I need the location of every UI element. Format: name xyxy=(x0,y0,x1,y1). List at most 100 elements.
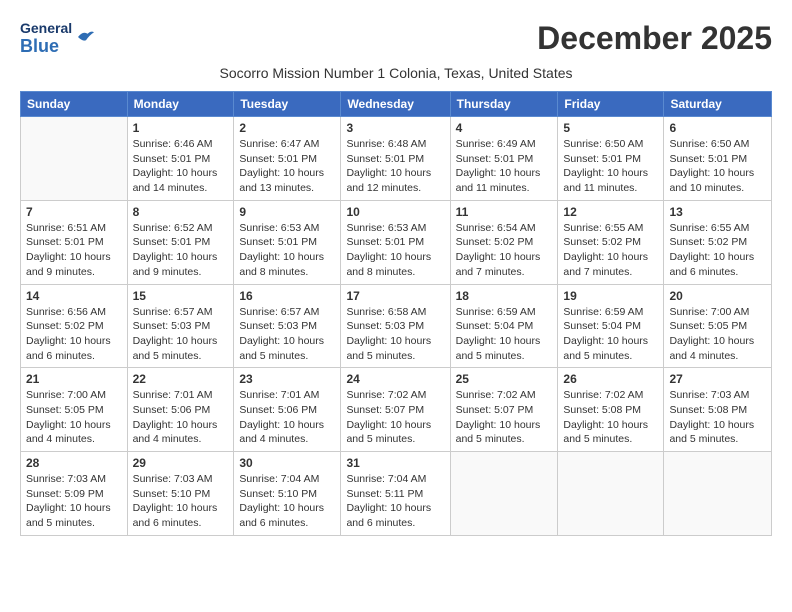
logo: General Blue xyxy=(20,20,96,57)
day-info: Sunrise: 6:56 AMSunset: 5:02 PMDaylight:… xyxy=(26,305,122,364)
calendar-cell: 20Sunrise: 7:00 AMSunset: 5:05 PMDayligh… xyxy=(664,284,772,368)
day-info: Sunrise: 6:53 AMSunset: 5:01 PMDaylight:… xyxy=(346,221,444,280)
day-info: Sunrise: 6:52 AMSunset: 5:01 PMDaylight:… xyxy=(133,221,229,280)
day-info: Sunrise: 6:50 AMSunset: 5:01 PMDaylight:… xyxy=(563,137,658,196)
day-number: 27 xyxy=(669,372,766,386)
day-number: 13 xyxy=(669,205,766,219)
calendar-cell: 24 Sunrise: 7:02 AMSunset: 5:07 PMDayligh… xyxy=(341,368,450,452)
calendar-cell: 27 Sunrise: 7:03 AMSunset: 5:08 PMDayligh… xyxy=(664,368,772,452)
calendar-header: Sunday Monday Tuesday Wednesday Thursday… xyxy=(21,92,772,117)
week-row-2: 14 Sunrise: 6:56 AMSunset: 5:02 PMDayligh… xyxy=(21,284,772,368)
day-number: 1 xyxy=(133,121,229,135)
calendar-cell: 5 Sunrise: 6:50 AMSunset: 5:01 PMDaylight… xyxy=(558,117,664,201)
calendar-table: Sunday Monday Tuesday Wednesday Thursday… xyxy=(20,91,772,536)
day-number: 11 xyxy=(456,205,553,219)
day-number: 7 xyxy=(26,205,122,219)
calendar-cell: 13 Sunrise: 6:55 AMSunset: 5:02 PMDayligh… xyxy=(664,200,772,284)
calendar-cell: 15 Sunrise: 6:57 AMSunset: 5:03 PMDayligh… xyxy=(127,284,234,368)
day-number: 12 xyxy=(563,205,658,219)
calendar-cell: 26 Sunrise: 7:02 AMSunset: 5:08 PMDayligh… xyxy=(558,368,664,452)
logo-line1: General xyxy=(20,20,72,36)
calendar-cell xyxy=(558,452,664,536)
days-of-week-row: Sunday Monday Tuesday Wednesday Thursday… xyxy=(21,92,772,117)
day-number: 25 xyxy=(456,372,553,386)
day-number: 23 xyxy=(239,372,335,386)
day-info: Sunrise: 6:57 AMSunset: 5:03 PMDaylight:… xyxy=(239,305,335,364)
day-info: Sunrise: 6:50 AMSunset: 5:01 PMDaylight:… xyxy=(669,137,766,196)
day-info: Sunrise: 6:59 AMSunset: 5:04 PMDaylight:… xyxy=(563,305,658,364)
day-number: 3 xyxy=(346,121,444,135)
day-info: Sunrise: 7:02 AMSunset: 5:07 PMDaylight:… xyxy=(456,388,553,447)
day-number: 18 xyxy=(456,289,553,303)
calendar-cell: 1 Sunrise: 6:46 AMSunset: 5:01 PMDaylight… xyxy=(127,117,234,201)
week-row-0: 1 Sunrise: 6:46 AMSunset: 5:01 PMDaylight… xyxy=(21,117,772,201)
calendar-cell: 9Sunrise: 6:53 AMSunset: 5:01 PMDaylight… xyxy=(234,200,341,284)
col-friday: Friday xyxy=(558,92,664,117)
calendar-cell: 22 Sunrise: 7:01 AMSunset: 5:06 PMDayligh… xyxy=(127,368,234,452)
calendar-cell: 30 Sunrise: 7:04 AMSunset: 5:10 PMDayligh… xyxy=(234,452,341,536)
day-number: 29 xyxy=(133,456,229,470)
calendar-cell: 2Sunrise: 6:47 AMSunset: 5:01 PMDaylight… xyxy=(234,117,341,201)
day-info: Sunrise: 7:03 AMSunset: 5:10 PMDaylight:… xyxy=(133,472,229,531)
week-row-3: 21Sunrise: 7:00 AMSunset: 5:05 PMDayligh… xyxy=(21,368,772,452)
logo-text: General Blue xyxy=(20,20,72,57)
day-info: Sunrise: 6:58 AMSunset: 5:03 PMDaylight:… xyxy=(346,305,444,364)
calendar-cell: 14 Sunrise: 6:56 AMSunset: 5:02 PMDayligh… xyxy=(21,284,128,368)
day-info: Sunrise: 7:00 AMSunset: 5:05 PMDaylight:… xyxy=(26,388,122,447)
calendar-cell: 12 Sunrise: 6:55 AMSunset: 5:02 PMDayligh… xyxy=(558,200,664,284)
calendar-cell: 3 Sunrise: 6:48 AMSunset: 5:01 PMDaylight… xyxy=(341,117,450,201)
day-info: Sunrise: 6:49 AMSunset: 5:01 PMDaylight:… xyxy=(456,137,553,196)
day-info: Sunrise: 6:48 AMSunset: 5:01 PMDaylight:… xyxy=(346,137,444,196)
calendar-cell: 4Sunrise: 6:49 AMSunset: 5:01 PMDaylight… xyxy=(450,117,558,201)
calendar-cell: 18 Sunrise: 6:59 AMSunset: 5:04 PMDayligh… xyxy=(450,284,558,368)
day-info: Sunrise: 6:54 AMSunset: 5:02 PMDaylight:… xyxy=(456,221,553,280)
day-info: Sunrise: 7:02 AMSunset: 5:07 PMDaylight:… xyxy=(346,388,444,447)
day-number: 5 xyxy=(563,121,658,135)
day-number: 24 xyxy=(346,372,444,386)
day-number: 20 xyxy=(669,289,766,303)
week-row-1: 7 Sunrise: 6:51 AMSunset: 5:01 PMDaylight… xyxy=(21,200,772,284)
calendar-cell xyxy=(21,117,128,201)
day-number: 22 xyxy=(133,372,229,386)
day-info: Sunrise: 7:01 AMSunset: 5:06 PMDaylight:… xyxy=(133,388,229,447)
day-info: Sunrise: 6:53 AMSunset: 5:01 PMDaylight:… xyxy=(239,221,335,280)
day-info: Sunrise: 6:51 AMSunset: 5:01 PMDaylight:… xyxy=(26,221,122,280)
day-number: 31 xyxy=(346,456,444,470)
col-monday: Monday xyxy=(127,92,234,117)
day-info: Sunrise: 6:59 AMSunset: 5:04 PMDaylight:… xyxy=(456,305,553,364)
calendar-cell: 17Sunrise: 6:58 AMSunset: 5:03 PMDayligh… xyxy=(341,284,450,368)
calendar-cell: 31 Sunrise: 7:04 AMSunset: 5:11 PMDayligh… xyxy=(341,452,450,536)
col-sunday: Sunday xyxy=(21,92,128,117)
col-wednesday: Wednesday xyxy=(341,92,450,117)
day-info: Sunrise: 6:57 AMSunset: 5:03 PMDaylight:… xyxy=(133,305,229,364)
day-number: 8 xyxy=(133,205,229,219)
calendar-cell: 28 Sunrise: 7:03 AMSunset: 5:09 PMDayligh… xyxy=(21,452,128,536)
header: General Blue December 2025 xyxy=(20,20,772,57)
day-info: Sunrise: 7:04 AMSunset: 5:10 PMDaylight:… xyxy=(239,472,335,531)
col-tuesday: Tuesday xyxy=(234,92,341,117)
logo-line2: Blue xyxy=(20,36,72,57)
day-info: Sunrise: 7:03 AMSunset: 5:09 PMDaylight:… xyxy=(26,472,122,531)
day-number: 14 xyxy=(26,289,122,303)
day-info: Sunrise: 6:55 AMSunset: 5:02 PMDaylight:… xyxy=(563,221,658,280)
calendar-cell: 21Sunrise: 7:00 AMSunset: 5:05 PMDayligh… xyxy=(21,368,128,452)
col-thursday: Thursday xyxy=(450,92,558,117)
day-number: 15 xyxy=(133,289,229,303)
day-info: Sunrise: 7:02 AMSunset: 5:08 PMDaylight:… xyxy=(563,388,658,447)
week-row-4: 28 Sunrise: 7:03 AMSunset: 5:09 PMDayligh… xyxy=(21,452,772,536)
day-number: 2 xyxy=(239,121,335,135)
day-number: 30 xyxy=(239,456,335,470)
month-title: December 2025 xyxy=(537,20,772,57)
day-number: 10 xyxy=(346,205,444,219)
calendar-cell: 8 Sunrise: 6:52 AMSunset: 5:01 PMDaylight… xyxy=(127,200,234,284)
calendar-cell: 11 Sunrise: 6:54 AMSunset: 5:02 PMDayligh… xyxy=(450,200,558,284)
calendar-cell: 25 Sunrise: 7:02 AMSunset: 5:07 PMDayligh… xyxy=(450,368,558,452)
day-number: 26 xyxy=(563,372,658,386)
day-number: 19 xyxy=(563,289,658,303)
day-info: Sunrise: 7:03 AMSunset: 5:08 PMDaylight:… xyxy=(669,388,766,447)
day-info: Sunrise: 6:55 AMSunset: 5:02 PMDaylight:… xyxy=(669,221,766,280)
day-number: 28 xyxy=(26,456,122,470)
day-info: Sunrise: 7:01 AMSunset: 5:06 PMDaylight:… xyxy=(239,388,335,447)
day-info: Sunrise: 7:04 AMSunset: 5:11 PMDaylight:… xyxy=(346,472,444,531)
day-info: Sunrise: 6:46 AMSunset: 5:01 PMDaylight:… xyxy=(133,137,229,196)
